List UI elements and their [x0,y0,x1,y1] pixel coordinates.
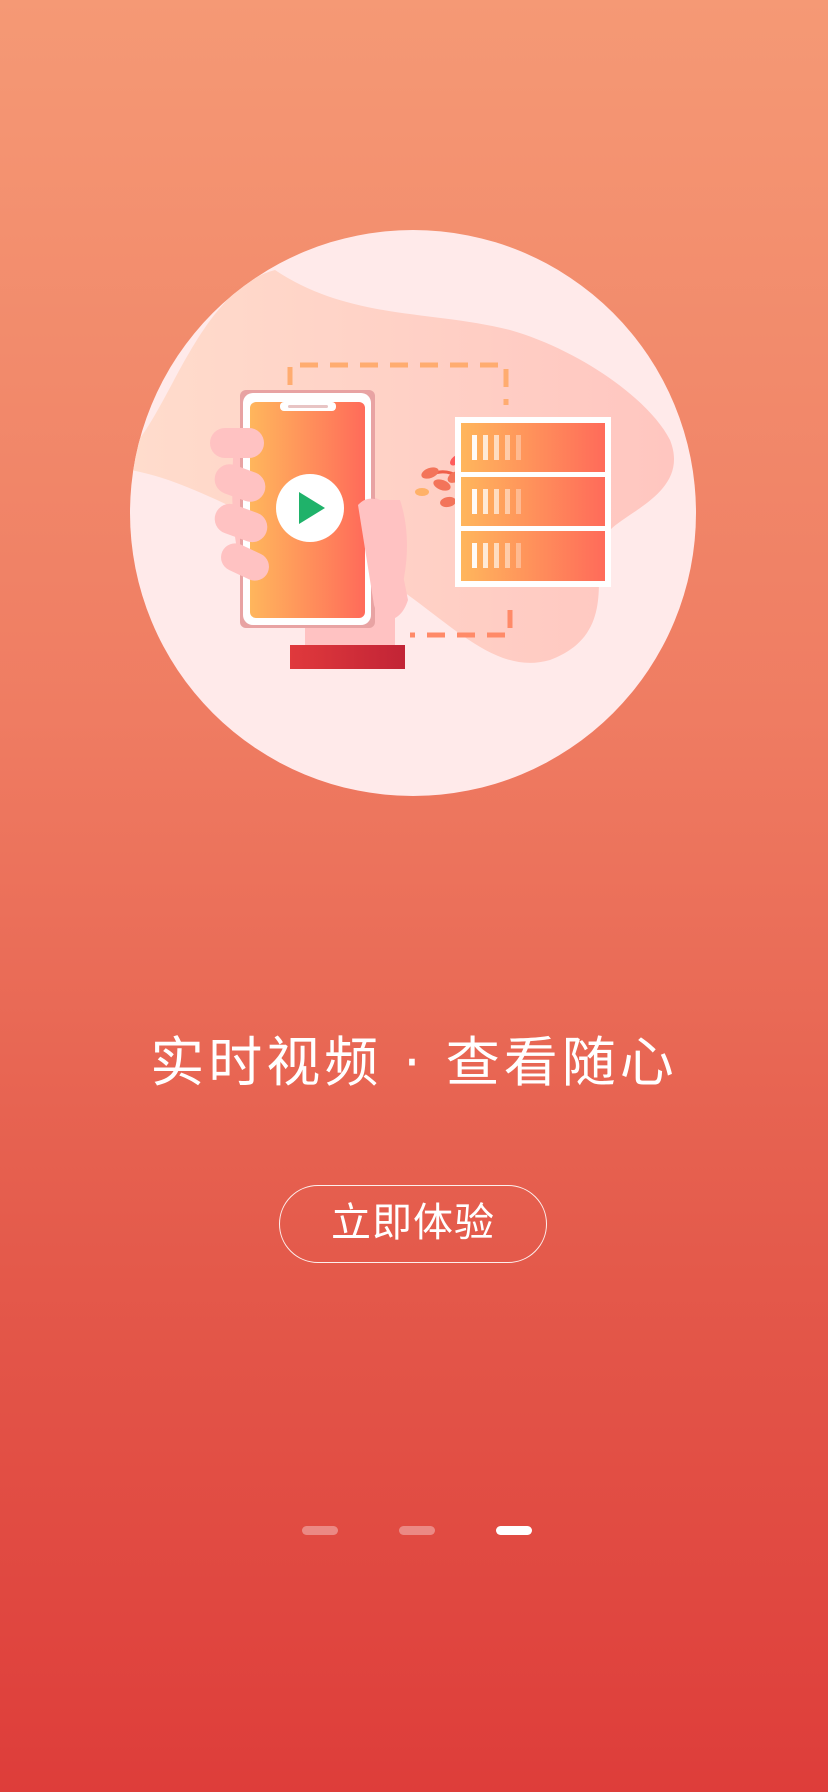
server-rack [455,417,611,587]
try-now-button[interactable]: 立即体验 [279,1185,547,1263]
page-indicator-dot-2[interactable] [399,1526,435,1535]
hero-illustration [130,230,696,796]
page-indicator-dot-3-active[interactable] [496,1526,532,1535]
page-indicator [0,1526,828,1538]
page-indicator-dot-1[interactable] [302,1526,338,1535]
onboarding-screen: 实时视频 · 查看随心 立即体验 [0,0,828,1792]
onboarding-headline: 实时视频 · 查看随心 [150,1031,678,1094]
